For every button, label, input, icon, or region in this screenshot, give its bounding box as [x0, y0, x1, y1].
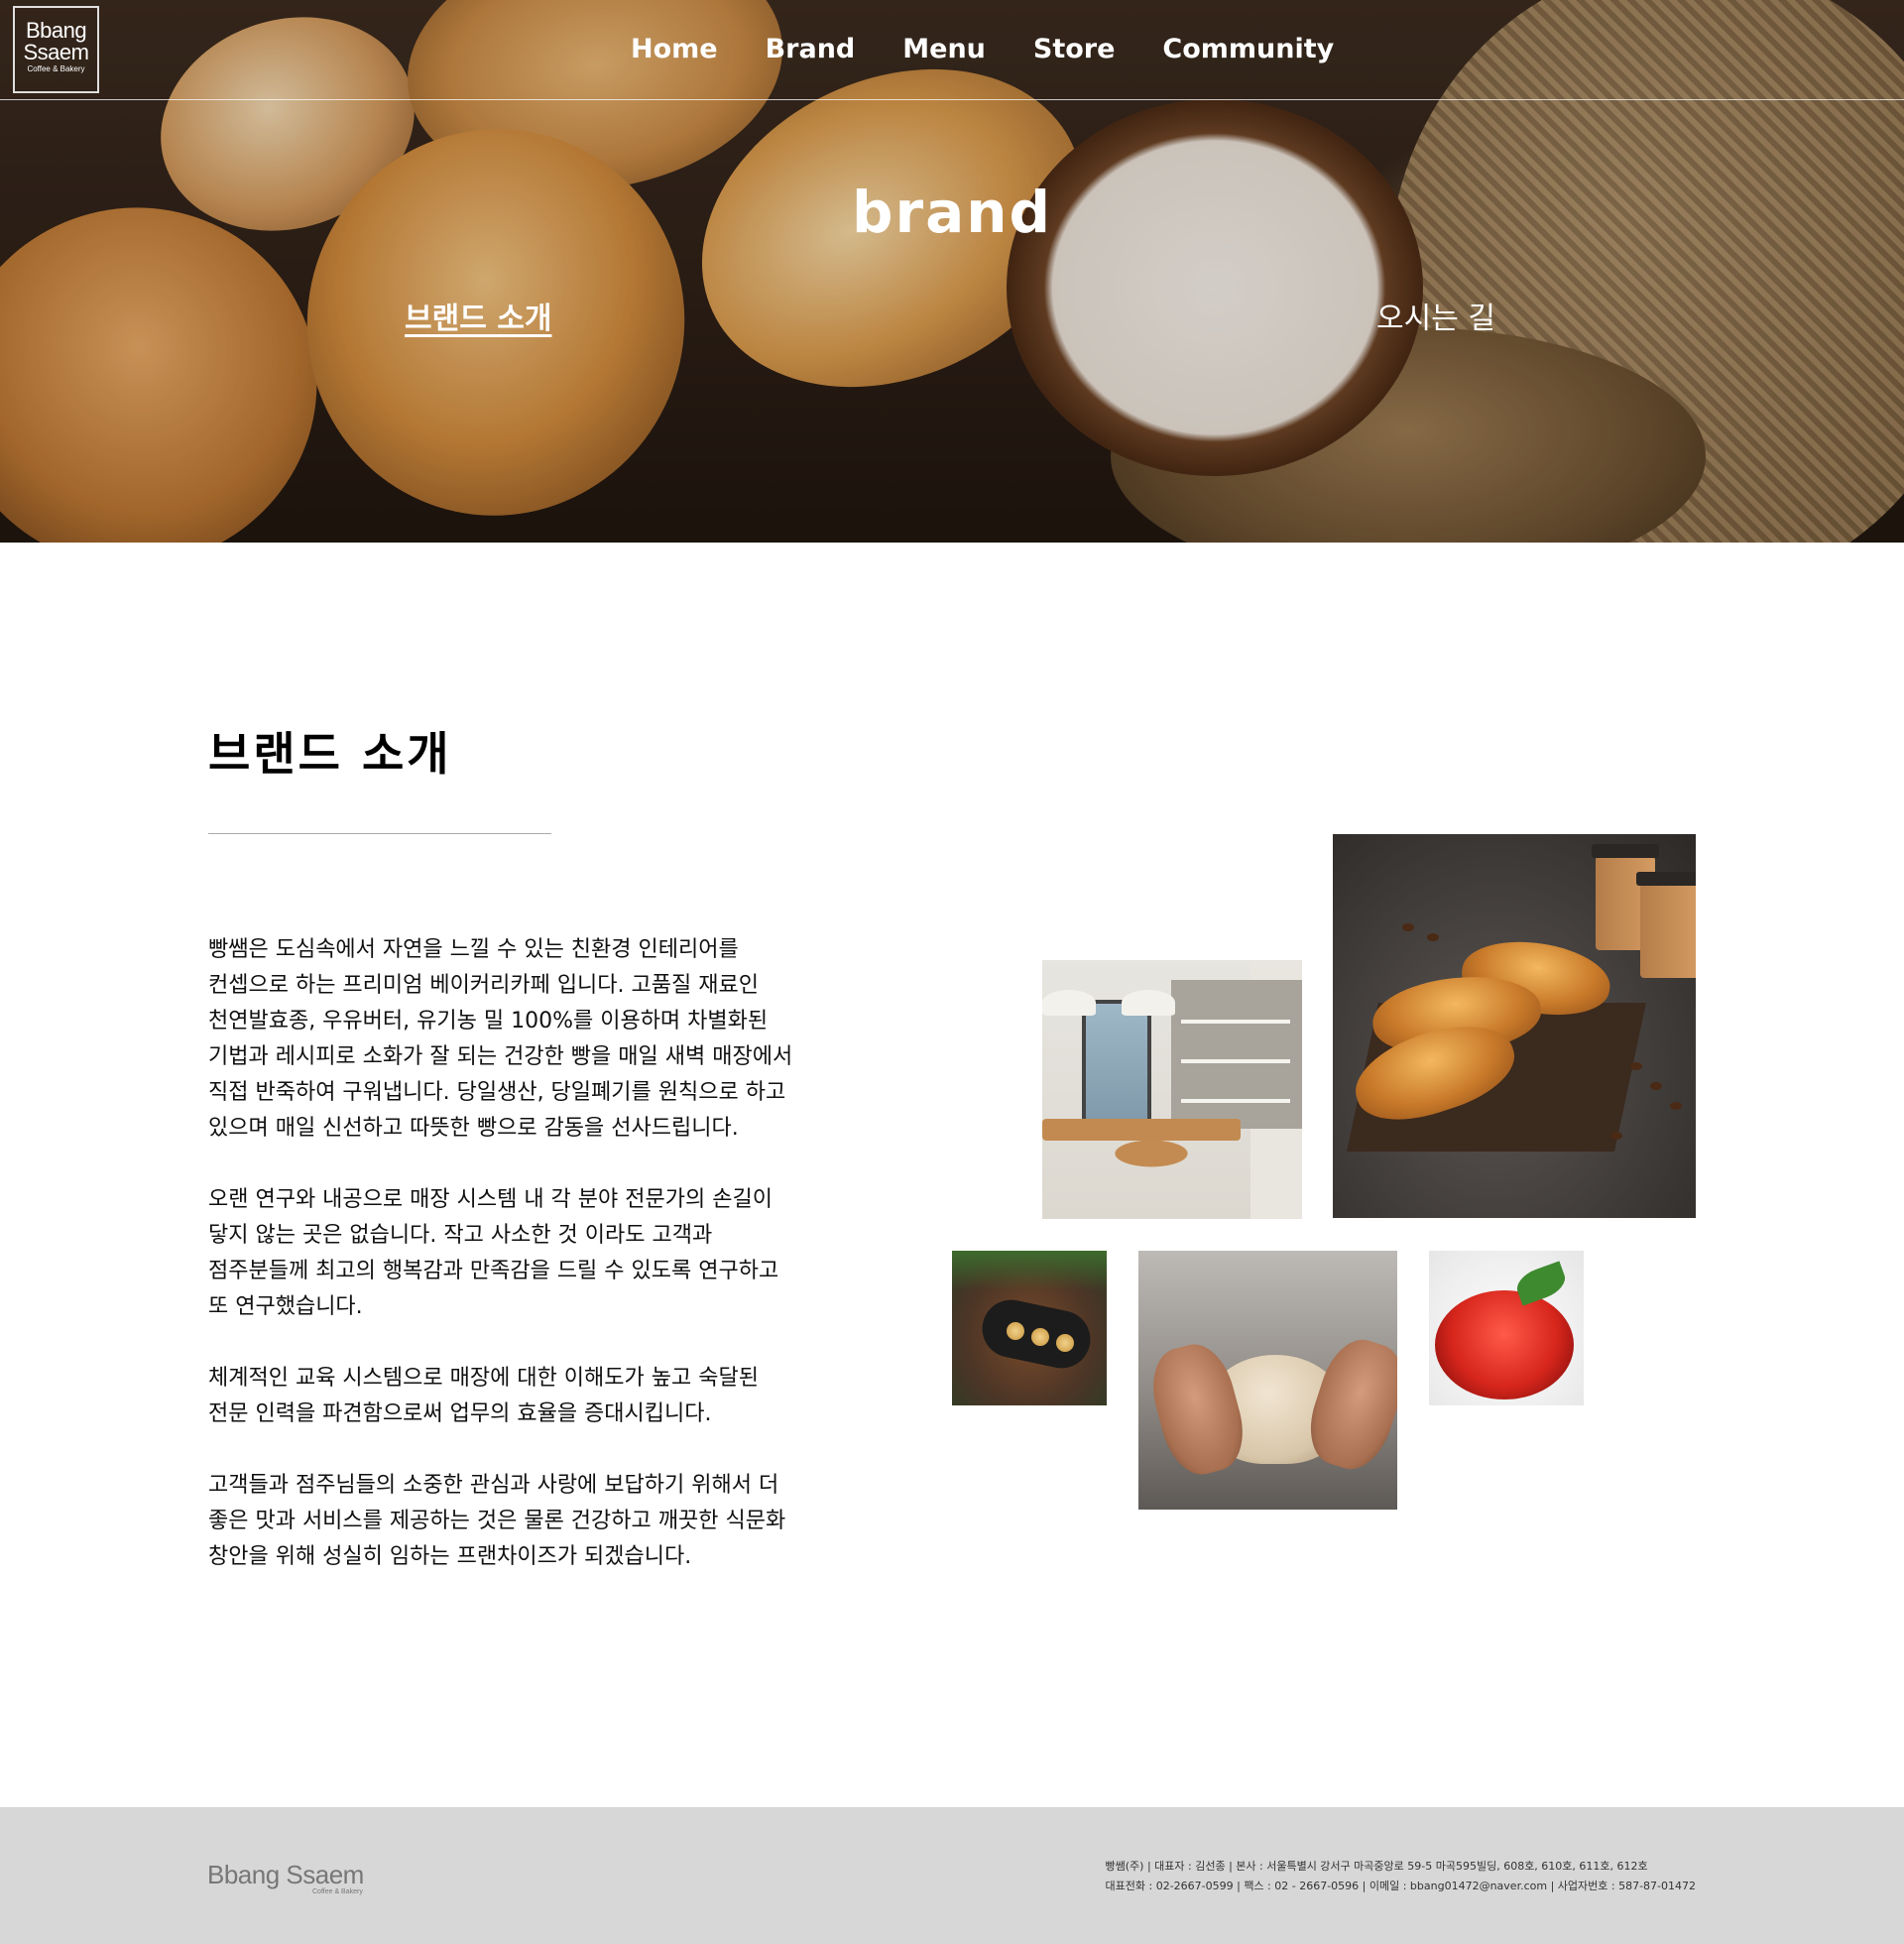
logo-line1: Bbang — [25, 18, 87, 43]
description-paragraph: 오랜 연구와 내공으로 매장 시스템 내 각 분야 전문가의 손길이 닿지 않는… — [208, 1187, 779, 1319]
description-paragraph: 고객들과 점주님들의 소중한 관심과 사랑에 보답하기 위해서 더 좋은 맛과 … — [208, 1473, 786, 1569]
footer-logo-text: Bbang Ssaem — [207, 1860, 364, 1889]
strawberry-tart-photo — [1429, 1251, 1584, 1405]
coffee-cup — [1636, 872, 1696, 978]
shelf — [1181, 1020, 1290, 1024]
tab-brand-intro[interactable]: 브랜드 소개 — [405, 294, 551, 337]
shelf — [1181, 1059, 1290, 1063]
company-info: 빵쌤(주) | 대표자 : 김선종 | 본사 : 서울특별시 강서구 마곡중앙로… — [1106, 1857, 1696, 1896]
cake-topping — [1031, 1328, 1049, 1346]
wooden-table — [1042, 1119, 1241, 1141]
strawberry-tart — [1435, 1290, 1574, 1399]
nav-menu[interactable]: Menu — [902, 32, 986, 67]
description-paragraph: 체계적인 교육 시스템으로 매장에 대한 이해도가 높고 숙달된 전문 인력을 … — [208, 1366, 759, 1426]
dessert-photo — [952, 1251, 1107, 1405]
nav-store[interactable]: Store — [1033, 32, 1116, 67]
tab-directions[interactable]: 오시는 길 — [1376, 294, 1495, 337]
logo-line2: Ssaem — [23, 40, 89, 64]
coffee-bean — [1402, 923, 1414, 931]
coffee-bean — [1610, 1132, 1622, 1140]
logo-tagline: Coffee & Bakery — [27, 64, 85, 73]
footer: Bbang Ssaem Coffee & Bakery 빵쌤(주) | 대표자 … — [0, 1807, 1904, 1944]
brand-logo[interactable]: Bbang Ssaem Coffee & Bakery — [13, 6, 99, 93]
shelf — [1181, 1099, 1290, 1103]
cafe-interior-photo — [1042, 960, 1302, 1219]
cake-topping — [1007, 1322, 1024, 1340]
cake-topping — [1056, 1334, 1074, 1352]
greenery — [952, 1251, 1107, 1290]
mint-leaf — [1512, 1261, 1570, 1306]
divider — [208, 833, 551, 834]
footer-logo[interactable]: Bbang Ssaem Coffee & Bakery — [207, 1861, 364, 1896]
pendant-lamp — [1042, 990, 1096, 1016]
footer-logo-tagline: Coffee & Bakery — [312, 1888, 363, 1895]
pendant-lamp — [1122, 990, 1175, 1016]
croissant-coffee-photo — [1333, 834, 1696, 1218]
section-title: 브랜드 소개 — [208, 727, 452, 781]
company-info-line: 빵쌤(주) | 대표자 : 김선종 | 본사 : 서울특별시 강서구 마곡중앙로… — [1105, 1860, 1648, 1873]
nav-brand[interactable]: Brand — [766, 32, 856, 67]
description-paragraph: 빵쌤은 도심속에서 자연을 느낄 수 있는 친환경 인테리어를 컨셉으로 하는 … — [208, 937, 793, 1141]
shelf-wall — [1171, 980, 1302, 1129]
dough-kneading-photo — [1138, 1251, 1397, 1510]
top-navigation-bar: Bbang Ssaem Coffee & Bakery Home Brand M… — [0, 0, 1904, 100]
coffee-bean — [1650, 1082, 1662, 1090]
nav-community[interactable]: Community — [1162, 32, 1334, 67]
brand-description: 빵쌤은 도심속에서 자연을 느낄 수 있는 친환경 인테리어를 컨셉으로 하는 … — [208, 932, 803, 1611]
coffee-bean — [1670, 1102, 1682, 1110]
main-nav: Home Brand Menu Store Community — [631, 32, 1334, 67]
nav-home[interactable]: Home — [631, 32, 718, 67]
window — [1082, 1000, 1151, 1139]
hero-banner: Bbang Ssaem Coffee & Bakery Home Brand M… — [0, 0, 1904, 543]
company-info-line: 대표전화 : 02-2667-0599 | 팩스 : 02 - 2667-059… — [1105, 1880, 1696, 1892]
coffee-bean — [1630, 1062, 1642, 1070]
page-title: brand — [851, 179, 1053, 246]
coffee-bean — [1427, 933, 1439, 941]
hand — [1142, 1336, 1253, 1483]
